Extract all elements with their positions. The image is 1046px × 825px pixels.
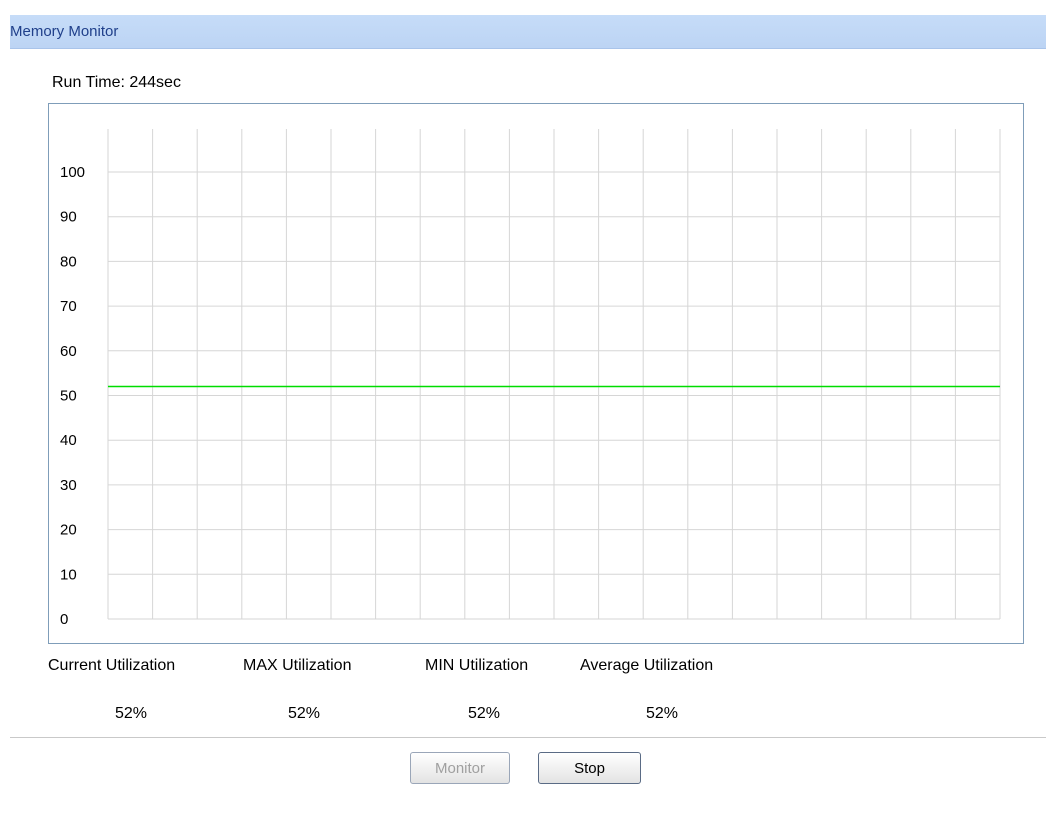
current-utilization-value: 52% <box>115 705 148 722</box>
run-time-label: Run Time: 244sec <box>52 74 181 91</box>
chart-ytick-label: 0 <box>60 611 68 628</box>
chart-ytick-label: 90 <box>60 209 77 226</box>
memory-chart-svg: 1009080706050403020100 <box>60 129 1001 628</box>
max-utilization-value: 52% <box>288 705 321 722</box>
max-utilization-label: MAX Utilization <box>243 657 352 674</box>
chart-ytick-label: 80 <box>60 253 77 270</box>
chart-ytick-label: 60 <box>60 343 77 360</box>
chart-ytick-label: 20 <box>60 522 77 539</box>
average-utilization-label: Average Utilization <box>580 657 714 674</box>
chart-ytick-label: 50 <box>60 388 77 405</box>
chart-ytick-label: 40 <box>60 432 77 449</box>
chart-ytick-label: 10 <box>60 566 77 583</box>
min-utilization-label: MIN Utilization <box>425 657 529 674</box>
chart-ytick-label: 70 <box>60 298 77 315</box>
memory-chart: 100 90 80 70 60 50 40 30 20 10 0 <box>48 103 1024 644</box>
chart-ytick-label: 30 <box>60 477 77 494</box>
stop-button[interactable]: Stop <box>538 752 641 784</box>
current-utilization-label: Current Utilization <box>48 657 176 674</box>
chart-ytick-label: 100 <box>60 164 85 181</box>
average-utilization-value: 52% <box>646 705 679 722</box>
panel-title: Memory Monitor <box>10 23 119 40</box>
min-utilization-value: 52% <box>468 705 501 722</box>
panel-header: Memory Monitor <box>10 15 1046 49</box>
monitor-button[interactable]: Monitor <box>410 752 510 784</box>
divider <box>10 737 1046 738</box>
